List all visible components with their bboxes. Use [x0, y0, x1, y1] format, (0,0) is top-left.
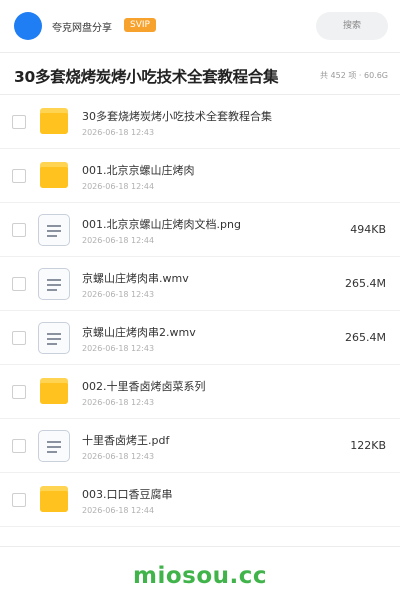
file-icon: [38, 322, 70, 354]
footer-divider: [0, 546, 400, 547]
file-name: 001.北京京螺山庄烤肉文档.png: [82, 218, 241, 231]
folder-icon: [40, 108, 68, 136]
file-size: 122KB: [350, 439, 386, 452]
folder-icon: [40, 162, 68, 190]
select-checkbox[interactable]: [12, 385, 26, 399]
search-button[interactable]: 搜索: [316, 12, 388, 40]
file-date: 2026-06-18 12:44: [82, 506, 155, 515]
file-date: 2026-06-18 12:44: [82, 182, 155, 191]
file-icon: [38, 430, 70, 462]
list-item[interactable]: 十里香卤烤王.pdf 2026-06-18 12:43 122KB: [0, 419, 400, 473]
file-name: 京螺山庄烤肉串2.wmv: [82, 326, 196, 339]
svip-badge: SVIP: [124, 18, 156, 32]
list-item[interactable]: 京螺山庄烤肉串2.wmv 2026-06-18 12:43 265.4M: [0, 311, 400, 365]
top-bar: 夸克网盘分享 SVIP 搜索: [0, 0, 400, 52]
file-name: 001.北京京螺山庄烤肉: [82, 164, 195, 177]
select-checkbox[interactable]: [12, 115, 26, 129]
file-name: 003.口口香豆腐串: [82, 488, 173, 501]
file-size: 265.4M: [345, 331, 386, 344]
file-date: 2026-06-18 12:43: [82, 398, 155, 407]
select-checkbox[interactable]: [12, 169, 26, 183]
page-title: 30多套烧烤炭烤小吃技术全套教程合集: [14, 68, 279, 86]
folder-icon: [40, 378, 68, 406]
select-checkbox[interactable]: [12, 331, 26, 345]
file-name: 京螺山庄烤肉串.wmv: [82, 272, 189, 285]
select-checkbox[interactable]: [12, 439, 26, 453]
file-size: 494KB: [350, 223, 386, 236]
select-checkbox[interactable]: [12, 493, 26, 507]
file-size: 265.4M: [345, 277, 386, 290]
site-wordmark: miosou.cc: [132, 563, 268, 589]
file-date: 2026-06-18 12:43: [82, 290, 155, 299]
list-item[interactable]: 003.口口香豆腐串 2026-06-18 12:44: [0, 473, 400, 527]
file-date: 2026-06-18 12:43: [82, 128, 155, 137]
file-icon: [38, 214, 70, 246]
folder-icon: [40, 486, 68, 514]
list-item[interactable]: 001.北京京螺山庄烤肉 2026-06-18 12:44: [0, 149, 400, 203]
avatar[interactable]: [14, 12, 42, 40]
footer: miosou.cc: [0, 555, 400, 600]
folder-meta: 共 452 项 · 60.6G: [320, 71, 388, 80]
file-name: 30多套烧烤炭烤小吃技术全套教程合集: [82, 110, 272, 123]
file-date: 2026-06-18 12:44: [82, 236, 155, 245]
brand-name: 夸克网盘分享: [52, 23, 112, 34]
file-date: 2026-06-18 12:43: [82, 344, 155, 353]
header-divider: [0, 52, 400, 53]
file-date: 2026-06-18 12:43: [82, 452, 155, 461]
file-name: 002.十里香卤烤卤菜系列: [82, 380, 206, 393]
list-item[interactable]: 30多套烧烤炭烤小吃技术全套教程合集 2026-06-18 12:43: [0, 95, 400, 149]
file-icon: [38, 268, 70, 300]
list-item[interactable]: 002.十里香卤烤卤菜系列 2026-06-18 12:43: [0, 365, 400, 419]
select-checkbox[interactable]: [12, 277, 26, 291]
select-checkbox[interactable]: [12, 223, 26, 237]
file-name: 十里香卤烤王.pdf: [82, 434, 170, 447]
list-item[interactable]: 京螺山庄烤肉串.wmv 2026-06-18 12:43 265.4M: [0, 257, 400, 311]
list-item[interactable]: 001.北京京螺山庄烤肉文档.png 2026-06-18 12:44 494K…: [0, 203, 400, 257]
